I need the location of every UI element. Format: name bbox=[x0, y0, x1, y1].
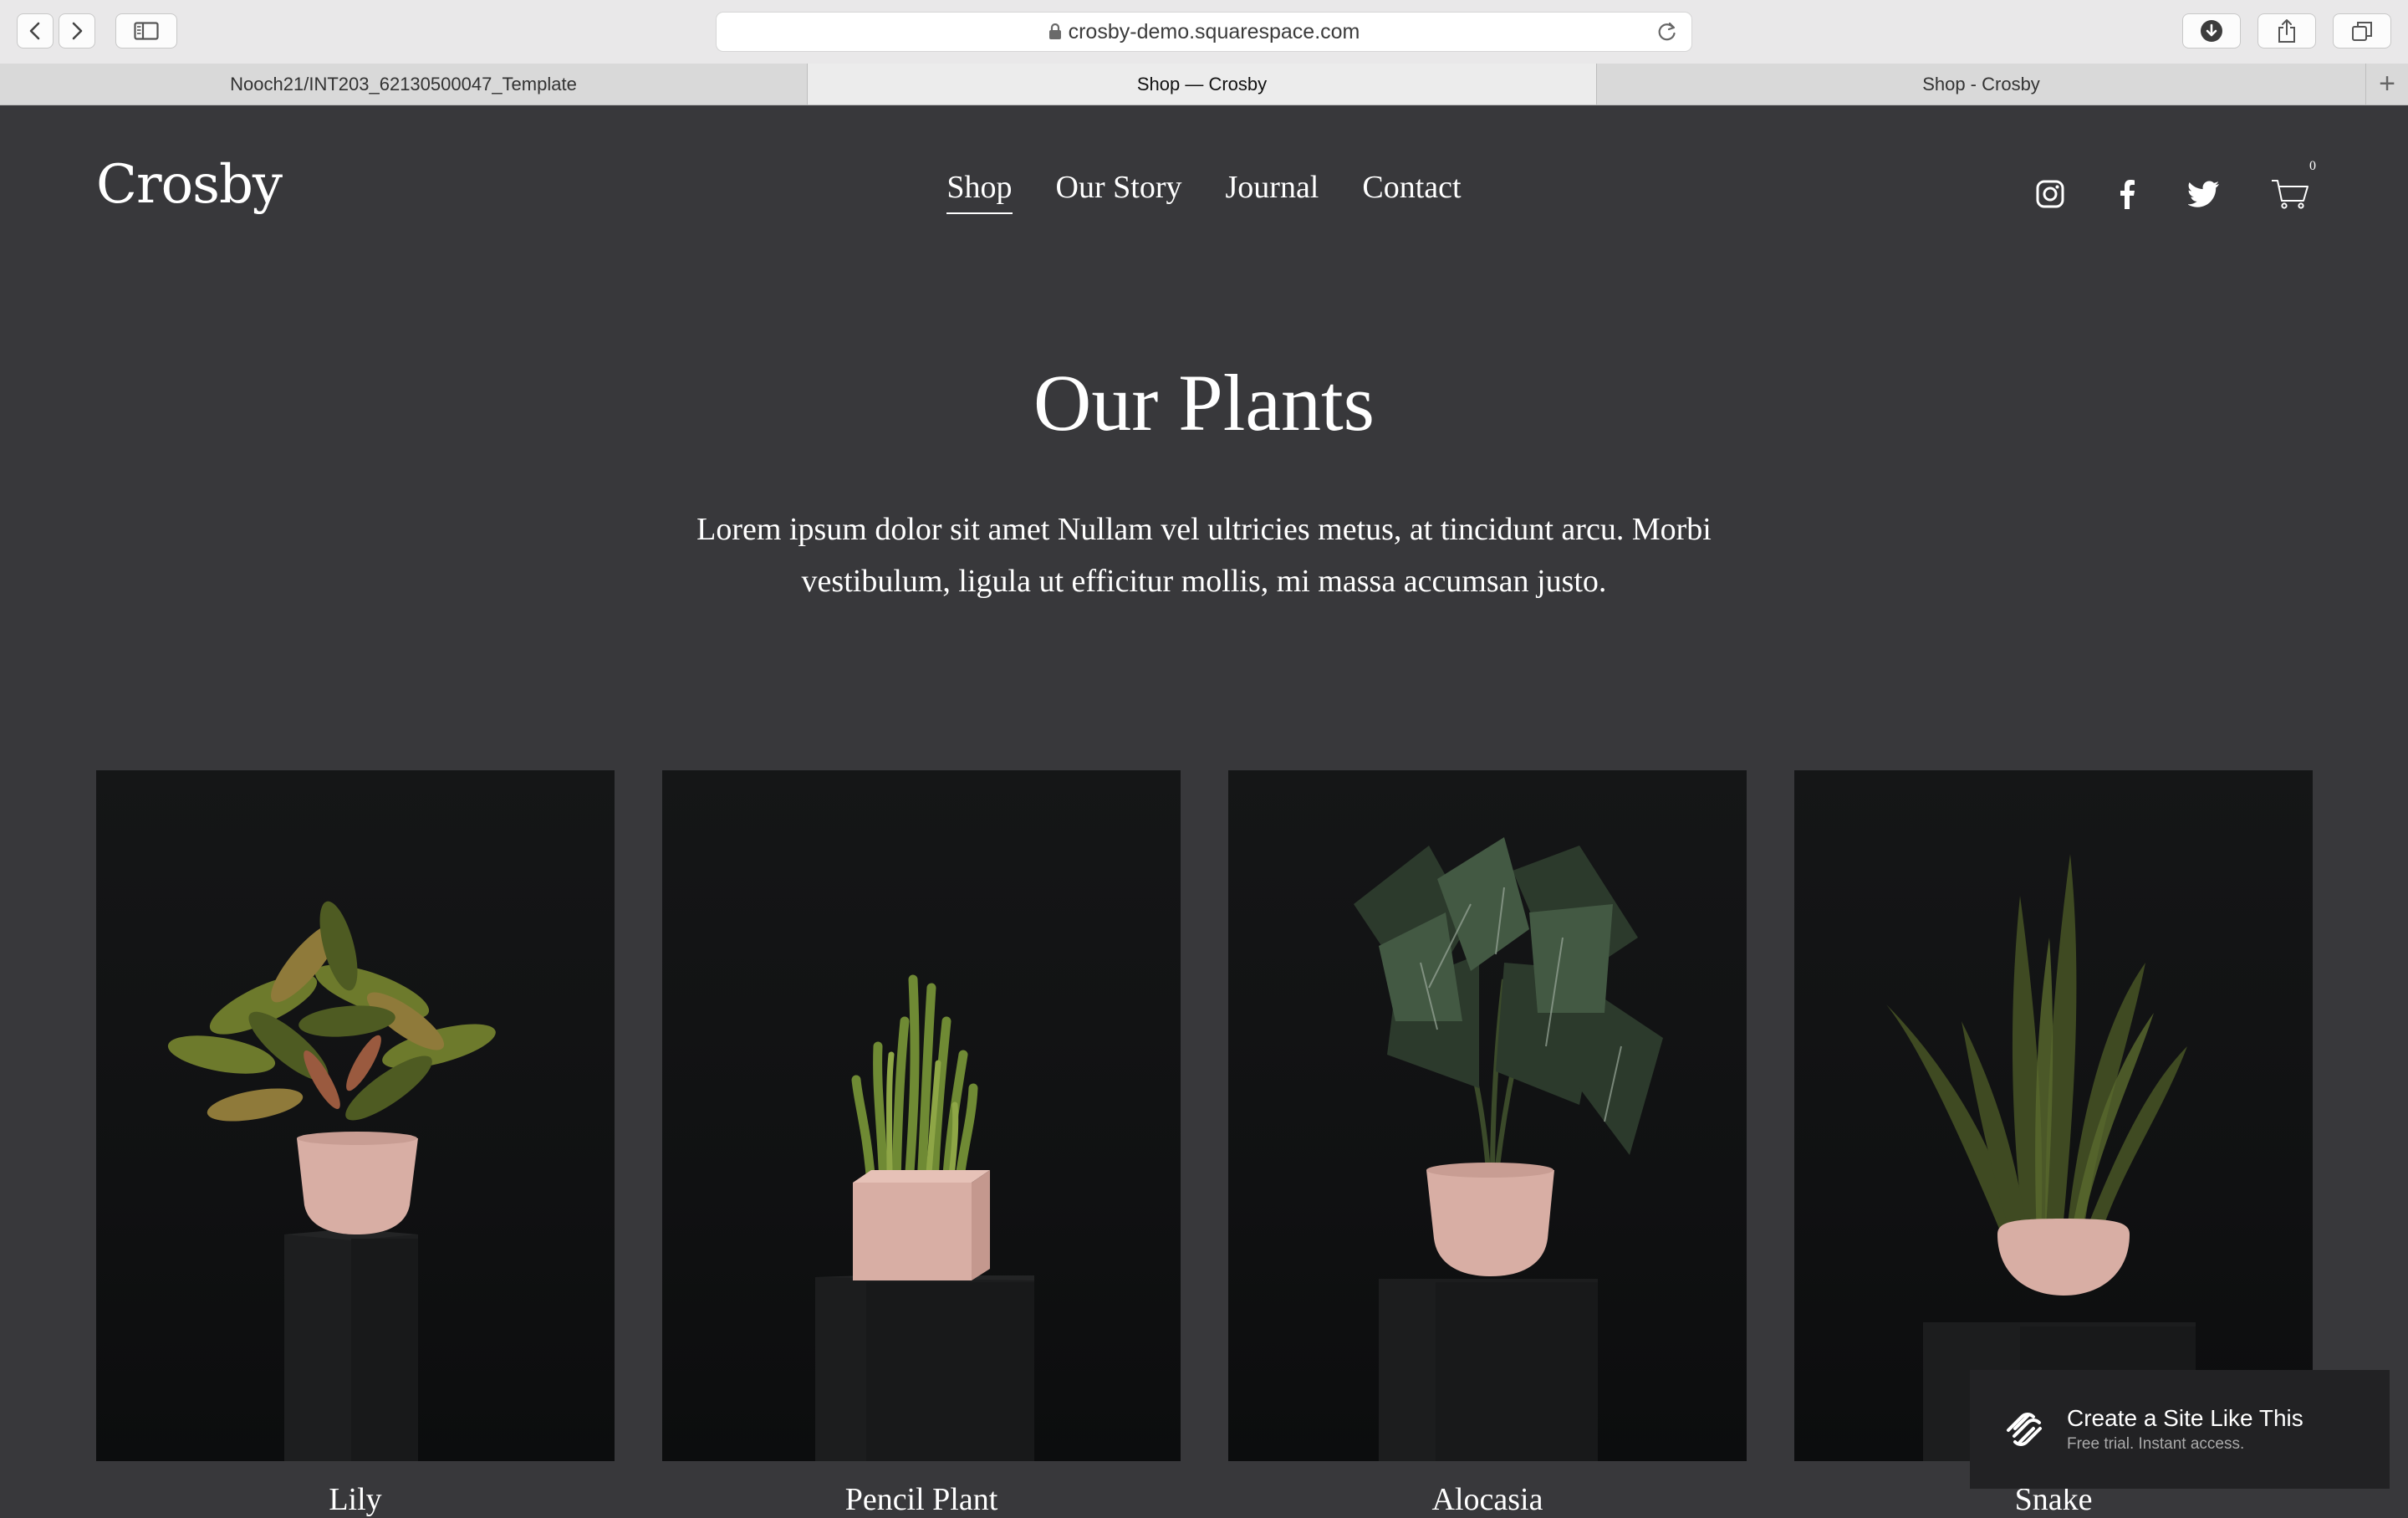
tab-title: Shop - Crosby bbox=[1922, 73, 2040, 95]
new-tab-button[interactable]: + bbox=[2366, 64, 2408, 105]
cart-link[interactable] bbox=[2268, 174, 2314, 214]
product-name[interactable]: Alocasia bbox=[1228, 1481, 1747, 1518]
instagram-icon bbox=[2036, 180, 2064, 208]
twitter-link[interactable] bbox=[2184, 174, 2224, 214]
pencil-plant-image bbox=[815, 974, 1034, 1461]
product-image-snake[interactable] bbox=[1794, 770, 2313, 1461]
nav-shop[interactable]: Shop bbox=[946, 169, 1013, 214]
tab-title: Nooch21/INT203_62130500047_Template bbox=[230, 73, 577, 95]
page-title: Our Plants bbox=[1033, 358, 1375, 447]
downloads-button[interactable] bbox=[2182, 13, 2241, 49]
product-image-alocasia[interactable] bbox=[1228, 770, 1747, 1461]
cart-icon bbox=[2272, 180, 2309, 209]
plus-icon: + bbox=[2379, 68, 2395, 100]
nav-our-story[interactable]: Our Story bbox=[1056, 169, 1182, 214]
chevron-left-icon bbox=[29, 22, 40, 40]
promo-title: Create a Site Like This bbox=[2067, 1405, 2303, 1431]
lock-icon bbox=[1048, 23, 1061, 39]
promo-text: Create a Site Like This Free trial. Inst… bbox=[2067, 1405, 2303, 1454]
reload-icon[interactable] bbox=[1656, 21, 1678, 43]
facebook-link[interactable] bbox=[2107, 174, 2147, 214]
forward-button[interactable] bbox=[59, 13, 95, 49]
tab-overview-button[interactable] bbox=[2333, 13, 2391, 49]
nav-journal[interactable]: Journal bbox=[1226, 169, 1319, 214]
website: Crosby Shop Our Story Journal Contact 0 … bbox=[0, 105, 2408, 1517]
address-bar[interactable]: crosby-demo.squarespace.com bbox=[716, 12, 1692, 52]
chevron-right-icon bbox=[72, 22, 83, 40]
promo-subtitle: Free trial. Instant access. bbox=[2067, 1435, 2245, 1453]
share-button[interactable] bbox=[2258, 13, 2316, 49]
facebook-icon bbox=[2120, 180, 2135, 209]
sidebar-icon bbox=[134, 22, 159, 40]
browser-tab-1[interactable]: Nooch21/INT203_62130500047_Template bbox=[0, 64, 808, 105]
product-image-pencil-plant[interactable] bbox=[662, 770, 1181, 1461]
squarespace-logo-icon bbox=[2007, 1413, 2042, 1446]
cart-count: 0 bbox=[2309, 159, 2316, 173]
share-icon bbox=[2278, 19, 2295, 43]
back-button[interactable] bbox=[17, 13, 54, 49]
browser-tab-2[interactable]: Shop — Crosby bbox=[808, 64, 1597, 105]
page-description: Lorem ipsum dolor sit amet Nullam vel ul… bbox=[696, 512, 1712, 599]
tab-title: Shop — Crosby bbox=[1136, 73, 1268, 95]
url-text: crosby-demo.squarespace.com bbox=[1068, 19, 1360, 43]
instagram-link[interactable] bbox=[2030, 174, 2070, 214]
download-icon bbox=[2201, 20, 2222, 42]
browser-tab-3[interactable]: Shop - Crosby bbox=[1597, 64, 2366, 105]
twitter-icon bbox=[2188, 181, 2219, 207]
create-site-promo[interactable]: Create a Site Like This Free trial. Inst… bbox=[1970, 1370, 2390, 1489]
sidebar-toggle-button[interactable] bbox=[115, 13, 177, 49]
product-image-lily[interactable] bbox=[96, 770, 615, 1461]
alocasia-image bbox=[1354, 837, 1663, 1461]
tabs-icon bbox=[2352, 22, 2372, 41]
snake-plant-image bbox=[1886, 854, 2196, 1461]
browser-toolbar: crosby-demo.squarespace.com bbox=[0, 0, 2408, 64]
product-name[interactable]: Pencil Plant bbox=[662, 1481, 1181, 1518]
tab-strip: Nooch21/INT203_62130500047_Template Shop… bbox=[0, 64, 2408, 105]
lily-plant-image bbox=[167, 901, 496, 1461]
product-name[interactable]: Lily bbox=[96, 1481, 615, 1518]
nav-contact[interactable]: Contact bbox=[1362, 169, 1461, 214]
